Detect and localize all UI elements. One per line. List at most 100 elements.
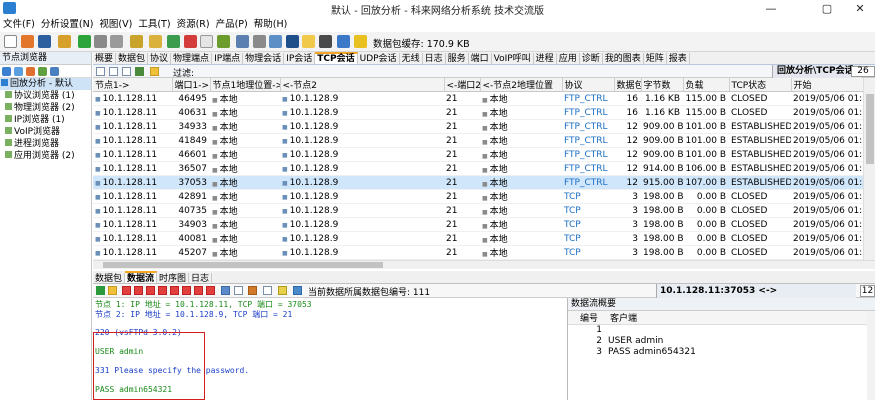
list-view-icon[interactable]: [109, 67, 118, 76]
new-file-icon[interactable]: [4, 35, 17, 48]
table-row[interactable]: 10.1.128.1146495本地10.1.128.921本地FTP_CTRL…: [93, 91, 863, 106]
tree-item[interactable]: IP浏览器 (1): [0, 114, 91, 126]
table-row[interactable]: 10.1.128.1142891本地10.1.128.921本地TCP3198.…: [93, 189, 863, 204]
summary-row[interactable]: 2 USER admin: [568, 336, 868, 347]
tag-icon[interactable]: [26, 67, 35, 76]
filter-icon[interactable]: [135, 67, 144, 76]
tab-4[interactable]: IP端点: [212, 53, 244, 64]
grid-view-icon[interactable]: [96, 67, 105, 76]
tab-3[interactable]: 物理端点: [171, 53, 213, 64]
database-icon[interactable]: [236, 35, 249, 48]
scrollbar-thumb[interactable]: [103, 262, 383, 268]
tab-7[interactable]: TCP会话: [315, 52, 358, 64]
scrollbar-thumb[interactable]: [866, 94, 874, 164]
table-row[interactable]: 10.1.128.1141849本地10.1.128.921本地FTP_CTRL…: [93, 133, 863, 148]
minimize-button[interactable]: —: [756, 0, 786, 17]
table-row[interactable]: 10.1.128.1140735本地10.1.128.921本地TCP3198.…: [93, 203, 863, 218]
image-icon[interactable]: [221, 286, 230, 295]
column-header[interactable]: 协议: [562, 78, 615, 92]
column-header[interactable]: <-端口2: [444, 78, 481, 92]
tab-8[interactable]: UDP会话: [358, 53, 400, 64]
funnel-icon[interactable]: [253, 35, 266, 48]
table-vertical-scrollbar[interactable]: [863, 78, 875, 260]
open-folder-icon[interactable]: [58, 35, 71, 48]
tree-item[interactable]: 进程浏览器: [0, 138, 91, 150]
decode-icon[interactable]: [170, 286, 179, 295]
node-group-icon[interactable]: [167, 35, 180, 48]
menu-file[interactable]: 文件(F): [0, 17, 38, 32]
column-header[interactable]: 开始: [791, 78, 863, 92]
menu-analysis-settings[interactable]: 分析设置(N): [38, 17, 97, 32]
pause-icon[interactable]: [94, 35, 107, 48]
text-view-icon[interactable]: [234, 286, 243, 295]
stop-icon[interactable]: [110, 35, 123, 48]
maximize-button[interactable]: ▢: [812, 0, 842, 17]
decode-icon[interactable]: [134, 286, 143, 295]
column-header[interactable]: 数据包: [614, 78, 642, 92]
find-icon[interactable]: [278, 286, 287, 295]
export-icon[interactable]: [150, 67, 159, 76]
tab-13[interactable]: VoIP呼叫: [492, 53, 534, 64]
tab-0[interactable]: 概要: [93, 53, 117, 64]
group-icon[interactable]: [38, 67, 47, 76]
column-index[interactable]: 编号: [568, 311, 608, 325]
table-row[interactable]: 10.1.128.1140081本地10.1.128.921本地TCP3198.…: [93, 231, 863, 246]
menu-view[interactable]: 视图(V): [96, 17, 135, 32]
details-view-icon[interactable]: [122, 67, 131, 76]
folder-icon[interactable]: [302, 35, 315, 48]
expand-icon[interactable]: [2, 67, 11, 76]
column-header[interactable]: <-节点2: [280, 78, 445, 92]
next-icon[interactable]: [293, 286, 302, 295]
decode-icon[interactable]: [206, 286, 215, 295]
tab-17[interactable]: 我的图表: [603, 53, 644, 64]
decode-icon[interactable]: [194, 286, 203, 295]
locate-icon[interactable]: [50, 67, 59, 76]
table-horizontal-scrollbar[interactable]: [93, 260, 875, 269]
start-capture-icon[interactable]: [78, 35, 91, 48]
table-row[interactable]: 10.1.128.1145207本地10.1.128.921本地TCP3198.…: [93, 245, 863, 260]
detail-tab-1[interactable]: 数据流: [125, 271, 158, 284]
tree-item[interactable]: VoIP浏览器: [0, 126, 91, 138]
tab-5[interactable]: 物理会话: [243, 53, 285, 64]
tab-6[interactable]: IP会话: [284, 53, 316, 64]
column-header[interactable]: 节点1->: [93, 78, 173, 92]
info-icon[interactable]: [337, 35, 350, 48]
open-stream-icon[interactable]: [108, 286, 117, 295]
column-header[interactable]: 字节数: [641, 78, 684, 92]
tab-19[interactable]: 报表: [667, 53, 690, 64]
menu-products[interactable]: 产品(P): [213, 17, 251, 32]
table-row[interactable]: 10.1.128.1134933本地10.1.128.921本地FTP_CTRL…: [93, 119, 863, 134]
table-row[interactable]: 10.1.128.1137053本地10.1.128.921本地FTP_CTRL…: [93, 175, 863, 190]
tab-2[interactable]: 协议: [148, 53, 172, 64]
column-header[interactable]: 节点1地理位置->: [210, 78, 281, 92]
packet-icon[interactable]: [200, 35, 213, 48]
replay-icon[interactable]: [21, 35, 34, 48]
tab-14[interactable]: 进程: [534, 53, 557, 64]
tab-1[interactable]: 数据包: [116, 53, 149, 64]
decode-icon[interactable]: [146, 286, 155, 295]
tree-item[interactable]: 回放分析 - 默认: [0, 78, 91, 90]
table-row[interactable]: 10.1.128.1136507本地10.1.128.921本地FTP_CTRL…: [93, 161, 863, 176]
alarm-icon[interactable]: [184, 35, 197, 48]
settings-icon[interactable]: [130, 35, 143, 48]
close-button[interactable]: ✕: [845, 0, 875, 17]
column-header[interactable]: TCP状态: [729, 78, 792, 92]
filter-settings-icon[interactable]: [149, 35, 162, 48]
column-client[interactable]: 客户端: [608, 311, 868, 325]
save-stream-icon[interactable]: [263, 286, 272, 295]
column-header[interactable]: <-节点2地理位置: [480, 78, 563, 92]
menu-resources[interactable]: 资源(R): [174, 17, 213, 32]
decode-icon[interactable]: [122, 286, 131, 295]
menu-help[interactable]: 帮助(H): [251, 17, 291, 32]
copy-icon[interactable]: [248, 286, 257, 295]
table-row[interactable]: 10.1.128.1134903本地10.1.128.921本地TCP3198.…: [93, 217, 863, 232]
tab-12[interactable]: 端口: [469, 53, 492, 64]
column-header[interactable]: 端口1->: [172, 78, 211, 92]
tree-item[interactable]: 物理浏览器 (2): [0, 102, 91, 114]
tab-11[interactable]: 服务: [446, 53, 469, 64]
decode-icon[interactable]: [182, 286, 191, 295]
column-header[interactable]: 负载: [683, 78, 730, 92]
play-stream-icon[interactable]: [96, 286, 105, 295]
search-icon[interactable]: [286, 35, 299, 48]
camera-icon[interactable]: [319, 35, 332, 48]
